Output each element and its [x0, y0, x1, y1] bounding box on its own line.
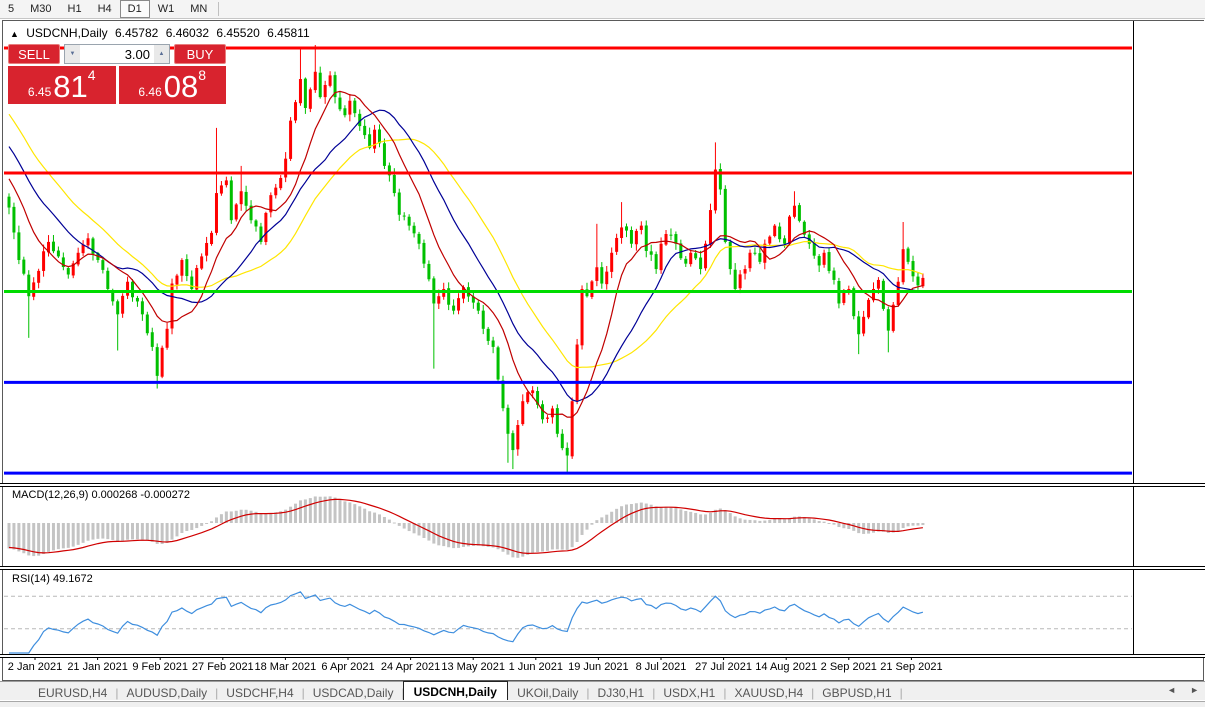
- pane-divider[interactable]: [0, 566, 1205, 570]
- chart-tab-eurusd[interactable]: EURUSD,H4: [28, 684, 117, 701]
- chart-tab-xauusd[interactable]: XAUUSD,H4: [724, 684, 813, 701]
- date-axis[interactable]: 2 Jan 2021 21 Jan 2021 9 Feb 2021 27 Feb 20…: [0, 659, 1130, 678]
- collapse-panel-icon[interactable]: ▲: [10, 29, 19, 39]
- buy-price-pipette: 8: [198, 67, 206, 83]
- date-axis-label: 2 Jan 2021: [8, 661, 62, 673]
- chart-tab-usdcad[interactable]: USDCAD,Daily: [303, 684, 404, 701]
- date-axis-label: 9 Feb 2021: [132, 661, 188, 673]
- quote-open: 6.45782: [115, 26, 158, 40]
- tab-scroll-right-icon[interactable]: ►: [1190, 685, 1199, 695]
- quote-close: 6.45811: [267, 26, 310, 40]
- symbol-label: USDCNH,Daily: [26, 26, 107, 40]
- date-axis-label: 8 Jul 2021: [636, 661, 687, 673]
- date-axis-label: 13 May 2021: [441, 661, 505, 673]
- price-axis[interactable]: 6.565506.547506.529006.511006.492506.474…: [1134, 21, 1204, 656]
- chart-tab-audusd[interactable]: AUDUSD,Daily: [116, 684, 217, 701]
- tab-scroll-left-icon[interactable]: ◄: [1167, 685, 1176, 695]
- chart-tab-bar: EURUSD,H4|AUDUSD,Daily|USDCHF,H4|USDCAD,…: [0, 681, 1205, 700]
- chart-title: ▲ USDCNH,Daily 6.45782 6.46032 6.45520 6…: [10, 26, 314, 40]
- one-click-trading-panel: SELL ▼ ▲ BUY 6.45 81 4 6.46 08 8: [8, 44, 226, 104]
- date-axis-label: 24 Apr 2021: [381, 661, 440, 673]
- chart-tab-usdx[interactable]: USDX,H1: [653, 684, 725, 701]
- sell-price-pipette: 4: [88, 67, 96, 83]
- date-axis-label: 14 Aug 2021: [755, 661, 817, 673]
- buy-price-prefix: 6.46: [138, 85, 161, 99]
- date-axis-label: 6 Apr 2021: [321, 661, 374, 673]
- volume-stepper: ▼ ▲: [64, 44, 170, 64]
- buy-price-pips: 08: [164, 72, 198, 102]
- sell-button[interactable]: SELL: [8, 44, 60, 64]
- chart-tab-dj30[interactable]: DJ30,H1: [588, 684, 655, 701]
- date-axis-label: 27 Jul 2021: [695, 661, 752, 673]
- date-axis-label: 2 Sep 2021: [821, 661, 877, 673]
- axis-separator-line: [1133, 21, 1134, 654]
- date-axis-label: 18 Mar 2021: [255, 661, 317, 673]
- quote-high: 6.46032: [166, 26, 209, 40]
- date-axis-label: 21 Jan 2021: [67, 661, 128, 673]
- rsi-indicator-label: RSI(14) 49.1672: [12, 573, 93, 585]
- tab-separator: |: [900, 686, 903, 700]
- sell-price-prefix: 6.45: [28, 85, 51, 99]
- pane-divider[interactable]: [0, 654, 1205, 658]
- date-axis-label: 21 Sep 2021: [880, 661, 942, 673]
- buy-button[interactable]: BUY: [174, 44, 226, 64]
- volume-input[interactable]: [80, 45, 154, 63]
- sell-price-pips: 81: [53, 72, 87, 102]
- date-axis-label: 19 Jun 2021: [568, 661, 629, 673]
- sell-price-display[interactable]: 6.45 81 4: [8, 66, 116, 104]
- date-axis-label: 1 Jun 2021: [509, 661, 563, 673]
- chart-tab-usdcnh[interactable]: USDCNH,Daily: [403, 681, 508, 700]
- volume-decrease-button[interactable]: ▼: [65, 45, 80, 63]
- volume-increase-button[interactable]: ▲: [154, 45, 169, 63]
- macd-indicator-label: MACD(12,26,9) 0.000268 -0.000272: [12, 489, 190, 501]
- chart-tab-ukoil[interactable]: UKOil,Daily: [507, 684, 588, 701]
- pane-divider[interactable]: [0, 483, 1205, 487]
- chart-canvas[interactable]: [0, 0, 1205, 706]
- buy-price-display[interactable]: 6.46 08 8: [119, 66, 227, 104]
- chart-tab-gbpusd[interactable]: GBPUSD,H1: [812, 684, 901, 701]
- quote-low: 6.45520: [216, 26, 259, 40]
- chart-tab-usdchf[interactable]: USDCHF,H4: [216, 684, 303, 701]
- date-axis-label: 27 Feb 2021: [192, 661, 254, 673]
